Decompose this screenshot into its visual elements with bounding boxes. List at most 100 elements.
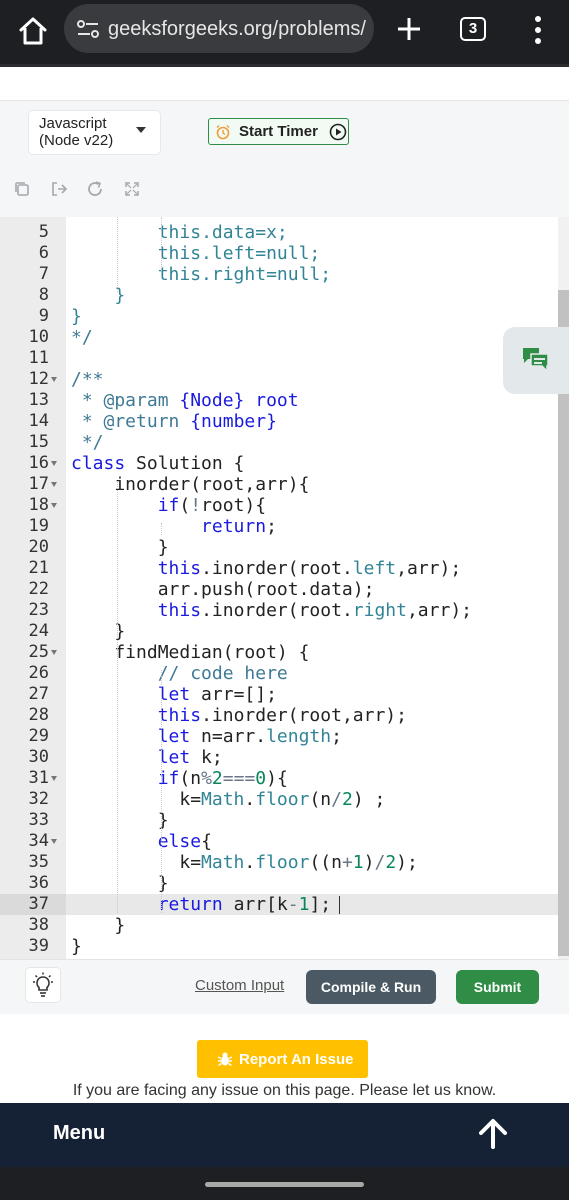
more-vert-icon[interactable]: [524, 12, 552, 48]
arrow-up-icon[interactable]: [476, 1117, 510, 1151]
menu-toggle[interactable]: Menu: [53, 1122, 105, 1145]
line-number: 22: [28, 579, 49, 599]
fold-arrow-icon[interactable]: [51, 776, 57, 781]
code-line[interactable]: 12 /**: [0, 369, 569, 390]
code-line[interactable]: 34 else{: [0, 831, 569, 852]
text-cursor: [339, 896, 340, 914]
code-line[interactable]: 16 class Solution {: [0, 453, 569, 474]
submit-button[interactable]: Submit: [456, 970, 539, 1004]
exit-icon[interactable]: [50, 180, 68, 198]
code-line[interactable]: 11: [0, 348, 569, 369]
compile-run-button[interactable]: Compile & Run: [306, 970, 436, 1004]
code-line[interactable]: 37 return arr[k-1];: [0, 894, 569, 915]
tab-switcher-icon[interactable]: 3: [460, 17, 486, 41]
code-line[interactable]: 15 */: [0, 432, 569, 453]
language-select[interactable]: Javascript (Node v22): [29, 111, 160, 154]
fullscreen-icon[interactable]: [123, 180, 141, 198]
page-spacer: [0, 67, 569, 100]
code-line[interactable]: 35 k=Math.floor((n+1)/2);: [0, 852, 569, 873]
code-line[interactable]: 23 this.inorder(root.right,arr);: [0, 600, 569, 621]
code-text: inorder(root,arr){: [71, 474, 309, 495]
report-issue-button[interactable]: Report An Issue: [197, 1040, 368, 1078]
editor-header: Javascript (Node v22) Start Timer: [0, 100, 569, 219]
code-token: */: [71, 432, 104, 453]
fold-arrow-icon[interactable]: [51, 839, 57, 844]
site-settings-icon[interactable]: [76, 18, 100, 40]
code-line[interactable]: 10 */: [0, 327, 569, 348]
fold-arrow-icon[interactable]: [51, 461, 57, 466]
code-token: 2: [385, 852, 397, 873]
indent-guide: [161, 523, 162, 535]
fold-arrow-icon[interactable]: [51, 482, 57, 487]
new-tab-icon[interactable]: [390, 10, 428, 48]
code-text: }: [71, 306, 82, 327]
code-token: /: [331, 789, 342, 810]
code-text: this.left=null;: [71, 243, 321, 264]
code-line[interactable]: 24 }: [0, 621, 569, 642]
code-token: this: [157, 705, 202, 726]
code-line[interactable]: 36 }: [0, 873, 569, 894]
code-token: this.left=null;: [157, 243, 321, 264]
browser-toolbar: geeksforgeeks.org/problems/me 3: [0, 0, 569, 67]
code-line[interactable]: 5 this.data=x;: [0, 222, 569, 243]
url-text[interactable]: geeksforgeeks.org/problems/me: [108, 18, 366, 41]
code-line[interactable]: 29 let n=arr.length;: [0, 726, 569, 747]
code-line[interactable]: 21 this.inorder(root.left,arr);: [0, 558, 569, 579]
chat-button[interactable]: [503, 327, 569, 394]
fold-arrow-icon[interactable]: [51, 377, 57, 382]
start-timer-button[interactable]: Start Timer: [208, 118, 349, 145]
code-token: }: [71, 915, 126, 936]
code-token: .data=x;: [201, 222, 288, 243]
code-line[interactable]: 33 }: [0, 810, 569, 831]
hint-button[interactable]: [26, 968, 60, 1002]
code-line[interactable]: 38 }: [0, 915, 569, 936]
reset-icon[interactable]: [86, 180, 104, 198]
chat-icon: [523, 348, 549, 373]
gesture-handle[interactable]: [205, 1182, 364, 1187]
code-text: k=Math.floor((n+1)/2);: [71, 852, 418, 873]
home-icon[interactable]: [16, 14, 50, 48]
code-line[interactable]: 14 * @return {number}: [0, 411, 569, 432]
code-token: 2: [211, 768, 223, 789]
code-line[interactable]: 25 findMedian(root) {: [0, 642, 569, 663]
code-token: ) ;: [352, 789, 386, 810]
code-line[interactable]: 39}: [0, 936, 569, 957]
code-line[interactable]: 30 let k;: [0, 747, 569, 768]
footer-menu-bar: Menu: [0, 1103, 569, 1167]
code-text: let arr=[];: [71, 684, 277, 705]
address-bar[interactable]: geeksforgeeks.org/problems/me: [64, 4, 374, 53]
code-line[interactable]: 26 // code here: [0, 663, 569, 684]
code-line[interactable]: 17 inorder(root,arr){: [0, 474, 569, 495]
bug-icon: [217, 1052, 233, 1067]
code-token: ): [363, 852, 375, 873]
code-token: ];: [309, 894, 332, 915]
code-line[interactable]: 19 return;: [0, 516, 569, 537]
fold-arrow-icon[interactable]: [51, 503, 57, 508]
code-token: +: [341, 852, 353, 873]
code-text: /**: [71, 369, 104, 390]
code-line[interactable]: 32 k=Math.floor(n/2) ;: [0, 789, 569, 810]
line-number: 36: [28, 873, 49, 893]
code-line[interactable]: 18 if(!root){: [0, 495, 569, 516]
code-line[interactable]: 27 let arr=[];: [0, 684, 569, 705]
code-line[interactable]: 8 }: [0, 285, 569, 306]
code-token: (n: [309, 789, 332, 810]
code-line[interactable]: 31 if(n%2===0){: [0, 768, 569, 789]
fold-arrow-icon[interactable]: [51, 650, 57, 655]
code-line[interactable]: 6 this.left=null;: [0, 243, 569, 264]
language-value: Javascript (Node v22): [39, 115, 114, 149]
code-line[interactable]: 20 }: [0, 537, 569, 558]
code-token: arr[k: [222, 894, 288, 915]
code-token: n=arr.: [190, 726, 267, 747]
custom-input-link[interactable]: Custom Input: [195, 977, 284, 994]
code-line[interactable]: 28 this.inorder(root,arr);: [0, 705, 569, 726]
code-editor[interactable]: 5 this.data=x; 6 this.left=null; 7 this.ri…: [0, 217, 569, 959]
copy-icon[interactable]: [13, 180, 31, 198]
code-line[interactable]: 13 * @param {Node} root: [0, 390, 569, 411]
code-line[interactable]: 7 this.right=null;: [0, 264, 569, 285]
code-line[interactable]: 22 arr.push(root.data);: [0, 579, 569, 600]
code-token: root){: [201, 495, 267, 516]
code-line[interactable]: 9}: [0, 306, 569, 327]
